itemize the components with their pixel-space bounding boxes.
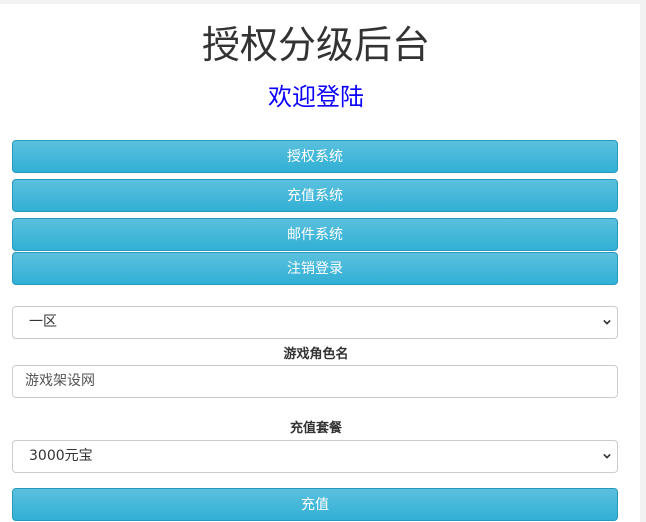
role-name-value: 游戏架设网 [25,373,95,389]
logout-button[interactable]: 注销登录 [12,252,618,285]
top-border [0,0,646,4]
package-select[interactable]: 3000元宝 [12,440,618,473]
package-select-value: 3000元宝 [29,448,93,464]
role-name-label: 游戏角色名 [283,347,349,362]
server-select-value: 一区 [29,314,57,330]
page: 授权分级后台 欢迎登陆 授权系统 充值系统 邮件系统 注销登录 一区 游戏角色名… [0,0,646,522]
chevron-down-icon [603,319,611,325]
chevron-down-icon [603,453,611,459]
role-name-input[interactable]: 游戏架设网 [12,365,618,398]
welcome-subtitle: 欢迎登陆 [268,83,364,111]
page-title: 授权分级后台 [201,23,430,67]
package-label: 充值套餐 [289,421,342,436]
auth-system-button[interactable]: 授权系统 [12,140,618,173]
recharge-submit-button[interactable]: 充值 [12,488,618,521]
mail-system-button[interactable]: 邮件系统 [12,218,618,251]
window-right-edge [640,0,646,522]
recharge-system-button[interactable]: 充值系统 [12,179,618,212]
server-select[interactable]: 一区 [12,306,618,339]
